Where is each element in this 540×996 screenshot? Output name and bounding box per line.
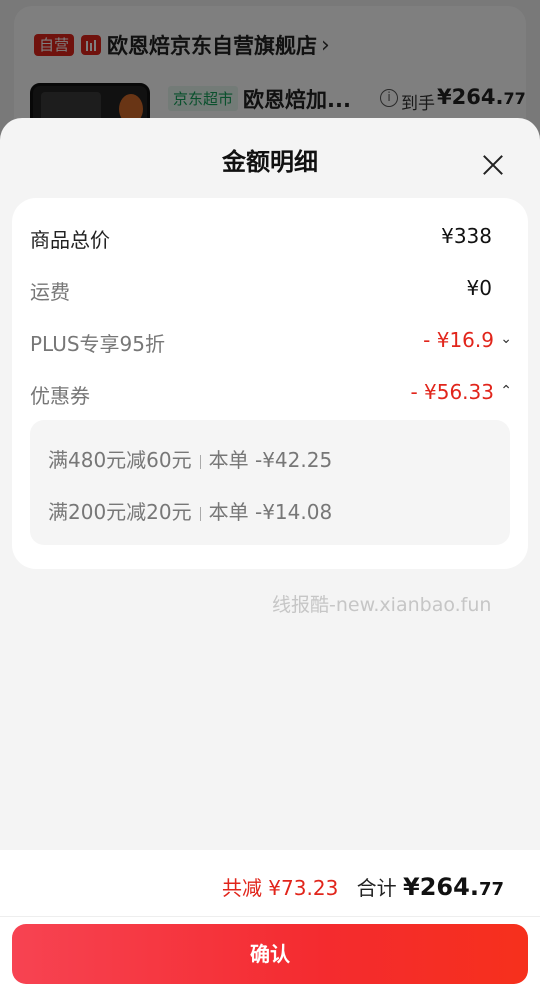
row-label: 优惠券: [30, 384, 90, 408]
chevron-up-icon[interactable]: ⌃: [500, 383, 512, 399]
coupon-detail: 本单 -¥14.08: [208, 500, 333, 524]
amount-detail-sheet: 金额明细 商品总价 ¥338 运费 ¥0 PLUS专享95折 - ¥16.9 ⌄…: [0, 118, 540, 996]
watermark: 线报酷-new.xianbao.fun: [272, 594, 492, 616]
coupon-name: 满200元减20元: [48, 500, 192, 524]
coupon-detail-box: 满480元减60元 本单 -¥42.25 满200元减20元 本单 -¥14.08: [30, 420, 510, 545]
row-goods-total: 商品总价 ¥338: [12, 224, 528, 254]
row-value: - ¥16.9: [423, 328, 494, 352]
chevron-down-icon[interactable]: ⌄: [500, 331, 512, 347]
row-value: ¥338: [441, 224, 492, 248]
total-price: ¥264.77: [403, 873, 504, 901]
amount-detail-card: 商品总价 ¥338 运费 ¥0 PLUS专享95折 - ¥16.9 ⌄ 优惠券 …: [12, 198, 528, 569]
row-value: ¥0: [466, 276, 492, 300]
row-coupon[interactable]: 优惠券 - ¥56.33 ⌃: [12, 380, 528, 410]
row-shipping: 运费 ¥0: [12, 276, 528, 306]
coupon-item: 满480元减60元 本单 -¥42.25: [48, 444, 332, 473]
row-label: 运费: [30, 280, 70, 304]
confirm-button[interactable]: 确认: [12, 924, 528, 984]
close-icon[interactable]: [476, 148, 510, 182]
coupon-detail: 本单 -¥42.25: [208, 448, 333, 472]
row-plus-discount[interactable]: PLUS专享95折 - ¥16.9 ⌄: [12, 328, 528, 358]
total-summary: 共减 ¥73.23 合计 ¥264.77: [222, 872, 504, 901]
coupon-name: 满480元减60元: [48, 448, 192, 472]
row-label: 商品总价: [30, 228, 110, 252]
total-saved: 共减 ¥73.23: [221, 876, 339, 900]
divider: [0, 916, 540, 917]
row-label: PLUS专享95折: [30, 332, 165, 356]
row-value: - ¥56.33: [410, 380, 494, 404]
sheet-title: 金额明细: [222, 148, 318, 176]
total-label: 合计: [356, 876, 397, 900]
coupon-item: 满200元减20元 本单 -¥14.08: [48, 496, 332, 525]
sheet-footer: 共减 ¥73.23 合计 ¥264.77 确认: [0, 850, 540, 996]
